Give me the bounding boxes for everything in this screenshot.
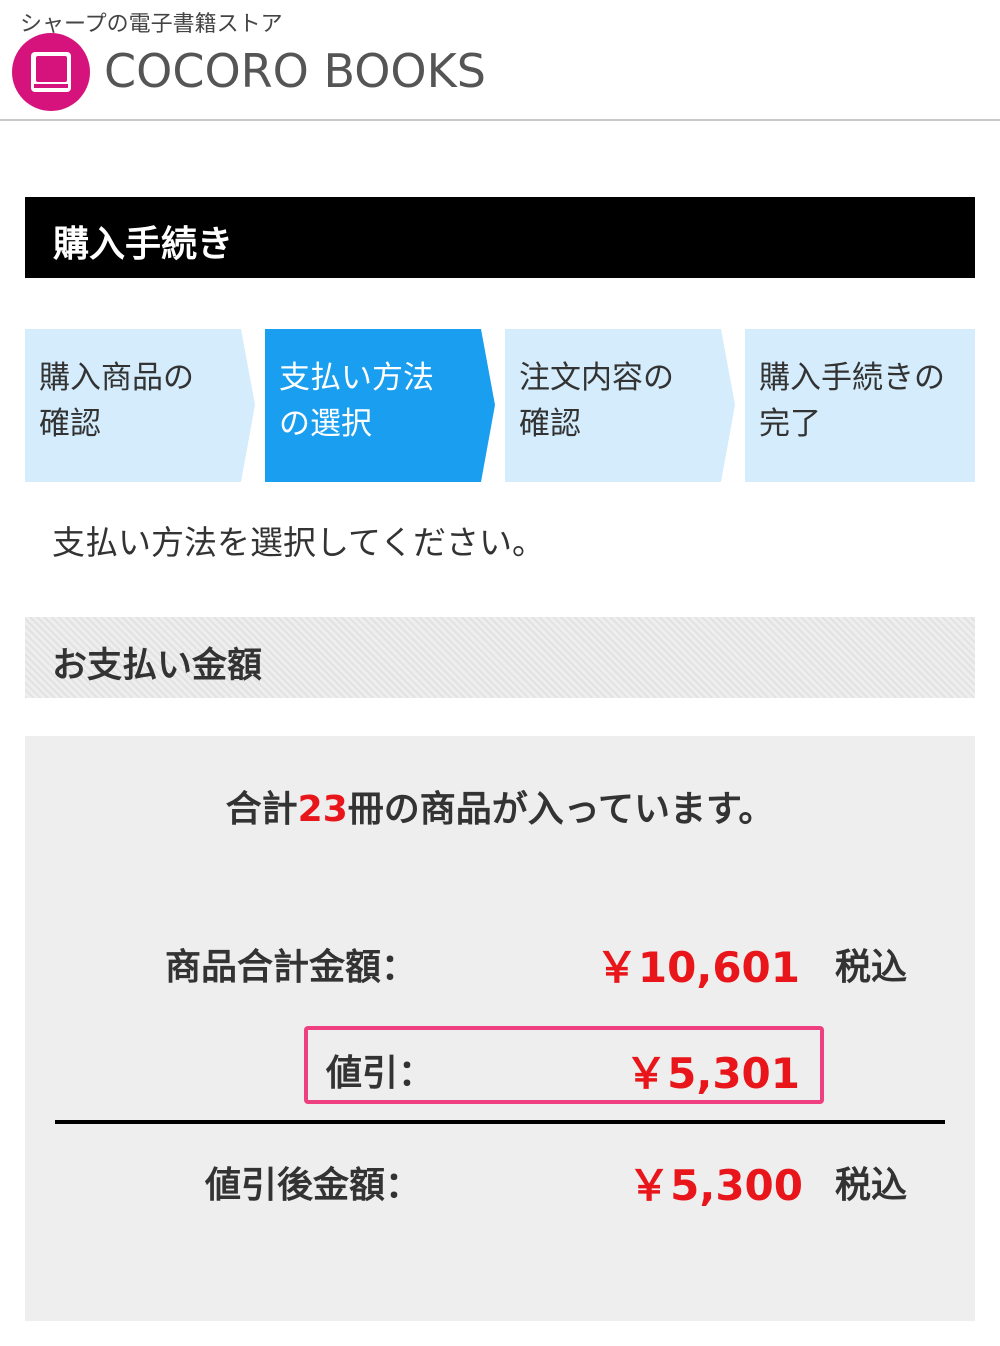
step-confirm-order: 注文内容の 確認 [505, 329, 745, 482]
step-select-payment: 支払い方法 の選択 [265, 329, 505, 482]
discount-amount: ￥5,301 [625, 1049, 800, 1098]
page-title: 購入手続き [53, 224, 234, 265]
step-label: 支払い方法 の選択 [279, 360, 434, 442]
item-count: 23 [297, 789, 348, 830]
subtotal-label: 商品合計金額： [165, 947, 418, 988]
subtotal-amount: ￥10,601 [595, 943, 800, 992]
total-amount: ￥5,300 [628, 1161, 803, 1210]
site-header: シャープの電子書籍ストア COCORO BOOKS [0, 0, 1000, 121]
section-title: お支払い金額 [52, 646, 263, 686]
brand-name[interactable]: COCORO BOOKS [104, 44, 486, 98]
step-confirm-items: 購入商品の 確認 [25, 329, 265, 482]
subtotal-tax-label: 税込 [835, 947, 908, 988]
section-header: お支払い金額 [25, 617, 975, 698]
step-label: 購入商品の 確認 [39, 360, 194, 442]
total-tax-label: 税込 [835, 1165, 908, 1206]
instruction-text: 支払い方法を選択してください。 [52, 523, 546, 562]
total-label: 値引後金額： [205, 1165, 422, 1206]
count-prefix: 合計 [225, 789, 298, 830]
count-suffix: 冊の商品が入っています。 [347, 789, 775, 830]
book-icon[interactable] [12, 33, 90, 111]
divider [55, 1120, 945, 1124]
payment-summary: 合計23冊の商品が入っています。 商品合計金額： ￥10,601 税込 値引： … [25, 736, 975, 1321]
progress-steps: 購入商品の 確認 支払い方法 の選択 注文内容の 確認 購入手続きの 完了 [25, 329, 975, 482]
discount-label: 値引： [326, 1053, 435, 1094]
step-complete: 購入手続きの 完了 [745, 329, 975, 482]
page-title-bar: 購入手続き [25, 197, 975, 278]
item-count-line: 合計23冊の商品が入っています。 [25, 780, 975, 832]
step-label: 注文内容の 確認 [519, 360, 674, 442]
step-label: 購入手続きの 完了 [759, 360, 945, 442]
